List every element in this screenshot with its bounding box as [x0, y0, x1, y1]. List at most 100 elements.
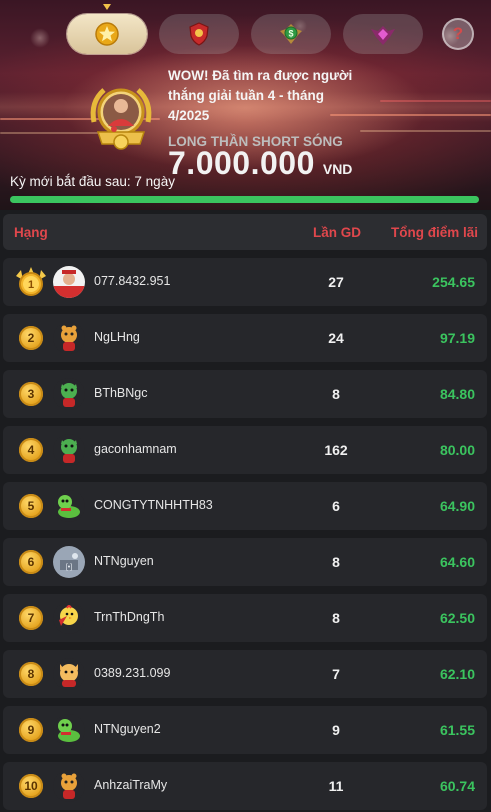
- purple-gem-badge-icon: [371, 26, 395, 45]
- total-profit-score: 97.19: [439, 330, 475, 346]
- dragon-mascot-icon: [53, 434, 85, 466]
- rank-number: 8: [27, 667, 35, 681]
- trade-count: 24: [328, 330, 344, 346]
- user-avatar: [53, 266, 85, 298]
- total-profit-score: 84.80: [439, 386, 475, 402]
- player-name: 077.8432.951: [94, 274, 171, 288]
- tiger-mascot-icon: [53, 322, 85, 354]
- rank-number: 6: [27, 555, 35, 569]
- period-progress-bar: [10, 196, 479, 203]
- snake-mascot-icon: [53, 490, 85, 522]
- rank-medal: 7: [19, 606, 43, 630]
- leaderboard-row[interactable]: 3 BThBNgc 8 84.80: [3, 370, 487, 418]
- leaderboard-header: Hạng Lần GD Tổng điểm lãi: [3, 214, 487, 250]
- total-profit-score: 62.10: [439, 666, 475, 682]
- laurel-trophy-icon: [90, 88, 152, 150]
- green-dollar-badge-icon: $: [280, 24, 302, 44]
- trade-count: 27: [328, 274, 344, 290]
- rank-number: 5: [27, 499, 35, 513]
- rank-number: 10: [24, 779, 38, 793]
- leaderboard-row[interactable]: 5 CONGTYTNHHTH83 6 64.90: [3, 482, 487, 530]
- trade-count: 8: [332, 610, 340, 626]
- next-period-countdown: Kỳ mới bắt đầu sau: 7 ngày: [10, 174, 175, 189]
- trade-count: 8: [332, 386, 340, 402]
- chick-mascot-icon: [53, 602, 85, 634]
- player-name: NTNguyen2: [94, 722, 161, 736]
- tab-gold-star[interactable]: [67, 14, 147, 54]
- player-name: gaconhamnam: [94, 442, 177, 456]
- rank-number: 7: [27, 611, 35, 625]
- player-name: BThBNgc: [94, 386, 148, 400]
- player-name: NgLHng: [94, 330, 140, 344]
- rank-number: 4: [27, 443, 35, 457]
- leaderboard-row[interactable]: 9 NTNguyen2 9 61.55: [3, 706, 487, 754]
- svg-text:1: 1: [28, 279, 34, 291]
- rank-number: 3: [27, 387, 35, 401]
- svg-text:[•]: [•]: [66, 564, 72, 571]
- player-name: CONGTYTNHHTH83: [94, 498, 213, 512]
- trade-count: 8: [332, 554, 340, 570]
- svg-text:$: $: [288, 29, 293, 39]
- leaderboard-row[interactable]: 8 0389.231.099 7 62.10: [3, 650, 487, 698]
- rank-medal-gold: 1: [14, 266, 48, 298]
- rank-medal: 5: [19, 494, 43, 518]
- player-name: NTNguyen: [94, 554, 154, 568]
- red-shield-badge-icon: [189, 22, 209, 46]
- player-name: 0389.231.099: [94, 666, 171, 680]
- rank-medal: 8: [19, 662, 43, 686]
- gold-star-badge-icon: [95, 22, 119, 46]
- prize: 7.000.000 VND: [168, 145, 352, 182]
- rank-medal: 4: [19, 438, 43, 462]
- leaderboard-row[interactable]: 10 AnhzaiTraMy 11 60.74: [3, 762, 487, 810]
- total-profit-score: 80.00: [439, 442, 475, 458]
- leaderboard-row[interactable]: 2 NgLHng 24 97.19: [3, 314, 487, 362]
- leaderboard-list: 1 077.8432.951 27 254.65 2 NgLHng 24 97.19 3 BThB…: [3, 258, 487, 812]
- column-score-header: Tổng điểm lãi: [390, 224, 478, 240]
- trade-count: 162: [324, 442, 348, 458]
- leaderboard-tabs: $: [67, 14, 423, 54]
- rank-medal: 2: [19, 326, 43, 350]
- column-trades-header: Lần GD: [313, 224, 362, 240]
- dragon-mascot-icon: [53, 378, 85, 410]
- snake-mascot-icon: [53, 714, 85, 746]
- leaderboard-row[interactable]: 4 gaconhamnam 162 80.00: [3, 426, 487, 474]
- prize-unit: VND: [322, 161, 353, 177]
- winner-trophy-avatar: [86, 82, 156, 152]
- help-icon: ?: [452, 24, 464, 43]
- help-button[interactable]: ?: [442, 18, 474, 50]
- period-progress-fill: [10, 196, 479, 203]
- user-avatar: [•]: [53, 546, 85, 578]
- cat-mascot-icon: [53, 658, 85, 690]
- leaderboard-row[interactable]: 7 TrnThDngTh 8 62.50: [3, 594, 487, 642]
- total-profit-score: 62.50: [439, 610, 475, 626]
- tab-red-shield[interactable]: [159, 14, 239, 54]
- trade-count: 11: [328, 778, 344, 794]
- total-profit-score: 64.60: [439, 554, 475, 570]
- player-name: AnhzaiTraMy: [94, 778, 168, 792]
- tab-green-dollar[interactable]: $: [251, 14, 331, 54]
- trade-count: 9: [332, 722, 340, 738]
- active-tab-indicator: [103, 4, 111, 10]
- first-place-medal-icon: 1: [16, 267, 46, 296]
- total-profit-score: 60.74: [439, 778, 475, 794]
- total-profit-score: 254.65: [432, 274, 475, 290]
- winner-announcement: WOW! Đã tìm ra được người thắng giải tuầ…: [168, 66, 368, 149]
- winner-message: WOW! Đã tìm ra được người thắng giải tuầ…: [168, 68, 353, 123]
- leaderboard-row[interactable]: 6 [•] NTNguyen 8 64.60: [3, 538, 487, 586]
- total-profit-score: 61.55: [439, 722, 475, 738]
- rank-medal: 6: [19, 550, 43, 574]
- rank-medal: 3: [19, 382, 43, 406]
- rank-number: 2: [27, 331, 35, 345]
- leaderboard-row[interactable]: 1 077.8432.951 27 254.65: [3, 258, 487, 306]
- rank-medal: 10: [19, 774, 43, 798]
- player-name: TrnThDngTh: [94, 610, 165, 624]
- rank-number: 9: [27, 723, 35, 737]
- total-profit-score: 64.90: [439, 498, 475, 514]
- tab-purple-gem[interactable]: [343, 14, 423, 54]
- prize-amount: 7.000.000: [168, 145, 315, 181]
- rank-medal: 9: [19, 718, 43, 742]
- column-rank-header: Hạng: [14, 224, 48, 240]
- trade-count: 6: [332, 498, 340, 514]
- trade-count: 7: [332, 666, 340, 682]
- tiger-mascot-icon: [53, 770, 85, 802]
